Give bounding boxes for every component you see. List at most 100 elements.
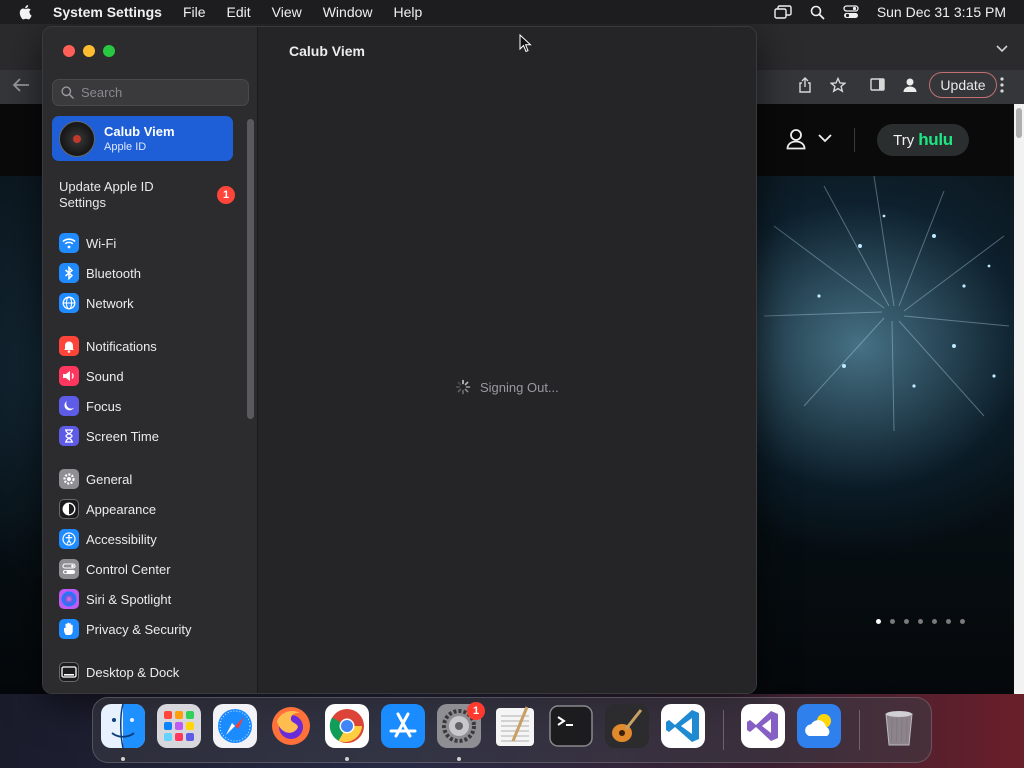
chrome-icon	[325, 703, 369, 753]
dock-trash[interactable]	[877, 706, 921, 750]
spotlight-search-icon[interactable]	[810, 5, 825, 20]
sidebar-item-notifications[interactable]: Notifications	[59, 334, 239, 358]
page-scrollbar-thumb[interactable]	[1016, 108, 1022, 138]
update-apple-id-settings-row[interactable]: Update Apple ID Settings 1	[59, 179, 235, 211]
share-icon[interactable]	[798, 77, 812, 93]
mouse-cursor-icon	[519, 34, 532, 53]
apple-id-account-row[interactable]: Calub Viem Apple ID	[52, 116, 233, 161]
back-arrow-icon[interactable]	[12, 78, 30, 92]
dock-firefox[interactable]	[269, 706, 313, 750]
vscode-icon	[661, 703, 705, 753]
sidebar-item-screen-time[interactable]: Screen Time	[59, 424, 239, 448]
sidebar-item-accessibility[interactable]: Accessibility	[59, 527, 239, 551]
running-indicator	[345, 757, 349, 761]
sidebar-item-focus[interactable]: Focus	[59, 394, 239, 418]
sidebar-item-appearance[interactable]: Appearance	[59, 497, 239, 521]
control-center-icon[interactable]	[843, 5, 859, 19]
globe-icon	[59, 293, 79, 313]
apple-logo-icon[interactable]	[18, 4, 34, 20]
browser-update-button[interactable]: Update	[929, 72, 997, 98]
dock-vscode[interactable]	[661, 703, 705, 753]
accessibility-icon	[59, 529, 79, 549]
menu-help[interactable]: Help	[394, 4, 423, 20]
settings-search-field[interactable]	[52, 79, 249, 106]
dock-textedit[interactable]	[493, 704, 537, 753]
sidebar-item-privacy[interactable]: Privacy & Security	[59, 617, 239, 641]
sidebar-item-bluetooth[interactable]: Bluetooth	[59, 261, 239, 285]
siri-icon	[59, 589, 79, 609]
carousel-dot[interactable]	[960, 619, 965, 624]
window-minimize-button[interactable]	[83, 45, 95, 57]
sidebar-item-label: Bluetooth	[86, 265, 141, 281]
sidebar-item-control-center[interactable]: Control Center	[59, 557, 239, 581]
bell-icon	[59, 336, 79, 356]
sidebar-item-label: Screen Time	[86, 428, 159, 444]
dock-notification-badge: 1	[467, 702, 485, 720]
side-panel-icon[interactable]	[870, 78, 885, 91]
window-zoom-button[interactable]	[103, 45, 115, 57]
search-input[interactable]	[81, 85, 241, 100]
sidebar-item-network[interactable]: Network	[59, 291, 239, 315]
gear-icon	[59, 469, 79, 489]
dock-visual-studio[interactable]	[741, 703, 785, 750]
carousel-dot[interactable]	[918, 619, 923, 624]
menu-edit[interactable]: Edit	[227, 4, 251, 20]
sidebar-item-general[interactable]: General	[59, 467, 239, 491]
carousel-dot[interactable]	[946, 619, 951, 624]
notification-badge: 1	[217, 186, 235, 204]
menu-window[interactable]: Window	[323, 4, 373, 20]
sidebar-scrollbar-thumb[interactable]	[247, 119, 254, 419]
menu-clock[interactable]: Sun Dec 31 3:15 PM	[877, 4, 1006, 20]
menu-extras: Sun Dec 31 3:15 PM	[756, 4, 1006, 20]
dock-separator	[723, 710, 724, 750]
sidebar-item-label: Accessibility	[86, 531, 157, 547]
sidebar-item-label: Privacy & Security	[86, 621, 192, 637]
appearance-icon	[59, 499, 79, 519]
account-user-icon[interactable]	[786, 128, 806, 150]
dock-app-store[interactable]	[381, 703, 425, 753]
tab-list-chevron-icon[interactable]	[996, 44, 1008, 54]
running-indicator	[121, 757, 125, 761]
carousel-dot[interactable]	[932, 619, 937, 624]
dock-safari[interactable]	[213, 703, 257, 753]
sidebar-item-label: Network	[86, 295, 134, 311]
profile-icon[interactable]	[902, 77, 918, 93]
dock-weather[interactable]	[797, 703, 841, 753]
spinner-icon	[455, 379, 471, 395]
dock-terminal[interactable]	[549, 704, 593, 750]
sidebar-item-desktop-dock[interactable]: Desktop & Dock	[59, 660, 239, 684]
menu-file[interactable]: File	[183, 4, 206, 20]
hero-particles-decoration	[764, 176, 1010, 432]
firefox-icon	[269, 704, 313, 753]
try-hulu-button[interactable]: Try hulu	[877, 124, 969, 156]
dock-finder[interactable]	[101, 703, 145, 753]
carousel-dot[interactable]	[904, 619, 909, 624]
sidebar-item-sound[interactable]: Sound	[59, 364, 239, 388]
status-text: Signing Out...	[480, 379, 559, 395]
dock-launchpad[interactable]	[157, 703, 201, 750]
avatar	[59, 120, 95, 157]
app-store-icon	[381, 703, 425, 753]
sidebar-item-siri[interactable]: Siri & Spotlight	[59, 587, 239, 611]
bookmark-star-icon[interactable]	[830, 77, 846, 93]
menu-app-name[interactable]: System Settings	[53, 4, 162, 20]
signing-out-status: Signing Out...	[455, 379, 559, 395]
sidebar-item-label: Wi-Fi	[86, 235, 117, 251]
sidebar-item-label: Control Center	[86, 561, 171, 577]
settings-sidebar: Calub Viem Apple ID Update Apple ID Sett…	[43, 27, 258, 693]
carousel-dot[interactable]	[876, 619, 881, 624]
weather-icon	[797, 703, 841, 753]
sidebar-item-wifi[interactable]: Wi-Fi	[59, 231, 239, 255]
carousel-dot[interactable]	[890, 619, 895, 624]
dock-chrome[interactable]	[325, 703, 369, 753]
dock-garageband[interactable]	[605, 703, 649, 750]
safari-icon	[213, 703, 257, 753]
sidebar-item-label: General	[86, 471, 133, 487]
window-close-button[interactable]	[63, 45, 75, 57]
textedit-icon	[493, 704, 537, 753]
account-chevron-down-icon[interactable]	[818, 134, 832, 143]
screen-mirroring-icon[interactable]	[774, 5, 792, 19]
menu-view[interactable]: View	[272, 4, 302, 20]
finder-icon	[101, 703, 145, 753]
more-menu-icon[interactable]	[1000, 77, 1004, 93]
